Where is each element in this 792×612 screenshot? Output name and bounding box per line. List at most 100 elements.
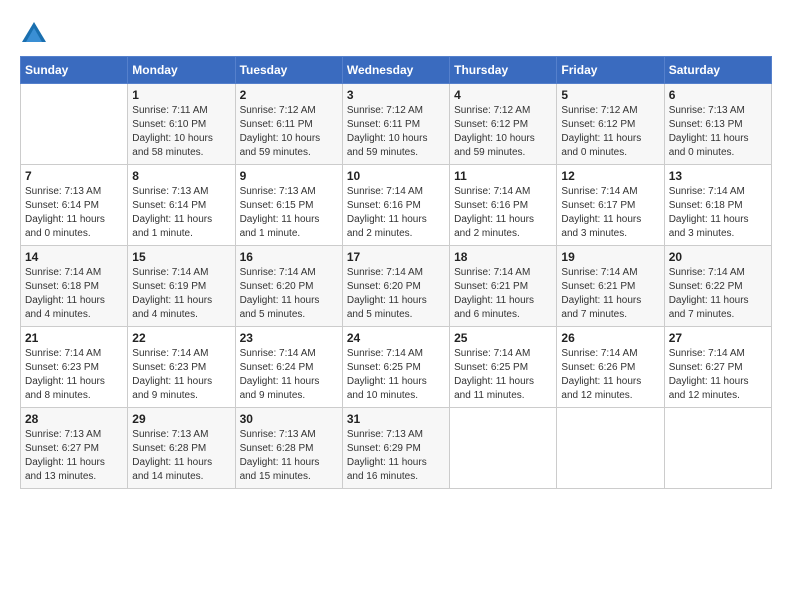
calendar-cell: 4 Sunrise: 7:12 AM Sunset: 6:12 PM Daylig…	[450, 84, 557, 165]
day-info: Sunrise: 7:14 AM Sunset: 6:24 PM Dayligh…	[240, 347, 338, 403]
calendar-cell: 23 Sunrise: 7:14 AM Sunset: 6:24 PM Dayli…	[235, 327, 342, 408]
calendar-cell: 17Sunrise: 7:14 AM Sunset: 6:20 PM Dayli…	[342, 246, 449, 327]
calendar-cell	[450, 408, 557, 489]
day-info: Sunrise: 7:14 AM Sunset: 6:23 PM Dayligh…	[132, 347, 230, 403]
calendar-cell: 25 Sunrise: 7:14 AM Sunset: 6:25 PM Dayli…	[450, 327, 557, 408]
calendar-cell: 19 Sunrise: 7:14 AM Sunset: 6:21 PM Dayli…	[557, 246, 664, 327]
calendar-cell: 29 Sunrise: 7:13 AM Sunset: 6:28 PM Dayli…	[128, 408, 235, 489]
day-number: 23	[240, 331, 338, 345]
calendar-week-4: 21 Sunrise: 7:14 AM Sunset: 6:23 PM Dayli…	[21, 327, 772, 408]
day-number: 3	[347, 88, 445, 102]
day-info: Sunrise: 7:14 AM Sunset: 6:21 PM Dayligh…	[454, 266, 552, 322]
day-info: Sunrise: 7:14 AM Sunset: 6:21 PM Dayligh…	[561, 266, 659, 322]
calendar-cell: 15Sunrise: 7:14 AM Sunset: 6:19 PM Dayli…	[128, 246, 235, 327]
day-number: 27	[669, 331, 767, 345]
day-info: Sunrise: 7:12 AM Sunset: 6:12 PM Dayligh…	[561, 104, 659, 160]
calendar-cell: 2 Sunrise: 7:12 AM Sunset: 6:11 PM Daylig…	[235, 84, 342, 165]
day-number: 18	[454, 250, 552, 264]
day-info: Sunrise: 7:14 AM Sunset: 6:16 PM Dayligh…	[347, 185, 445, 241]
weekday-header-sunday: Sunday	[21, 57, 128, 84]
calendar-cell: 7 Sunrise: 7:13 AM Sunset: 6:14 PM Daylig…	[21, 165, 128, 246]
calendar-cell: 5 Sunrise: 7:12 AM Sunset: 6:12 PM Daylig…	[557, 84, 664, 165]
calendar-cell: 14Sunrise: 7:14 AM Sunset: 6:18 PM Dayli…	[21, 246, 128, 327]
weekday-header-row: SundayMondayTuesdayWednesdayThursdayFrid…	[21, 57, 772, 84]
calendar-cell: 31 Sunrise: 7:13 AM Sunset: 6:29 PM Dayli…	[342, 408, 449, 489]
calendar-cell: 28 Sunrise: 7:13 AM Sunset: 6:27 PM Dayli…	[21, 408, 128, 489]
day-info: Sunrise: 7:13 AM Sunset: 6:28 PM Dayligh…	[132, 428, 230, 484]
calendar-cell: 6 Sunrise: 7:13 AM Sunset: 6:13 PM Daylig…	[664, 84, 771, 165]
calendar-cell: 27 Sunrise: 7:14 AM Sunset: 6:27 PM Dayli…	[664, 327, 771, 408]
day-number: 1	[132, 88, 230, 102]
calendar-cell: 24Sunrise: 7:14 AM Sunset: 6:25 PM Dayli…	[342, 327, 449, 408]
day-info: Sunrise: 7:14 AM Sunset: 6:18 PM Dayligh…	[25, 266, 123, 322]
day-number: 20	[669, 250, 767, 264]
day-number: 30	[240, 412, 338, 426]
day-number: 7	[25, 169, 123, 183]
calendar-cell: 30 Sunrise: 7:13 AM Sunset: 6:28 PM Dayli…	[235, 408, 342, 489]
calendar-cell: 8 Sunrise: 7:13 AM Sunset: 6:14 PM Daylig…	[128, 165, 235, 246]
day-number: 28	[25, 412, 123, 426]
calendar-cell: 22 Sunrise: 7:14 AM Sunset: 6:23 PM Dayli…	[128, 327, 235, 408]
day-info: Sunrise: 7:13 AM Sunset: 6:14 PM Dayligh…	[132, 185, 230, 241]
day-number: 31	[347, 412, 445, 426]
weekday-header-thursday: Thursday	[450, 57, 557, 84]
day-number: 12	[561, 169, 659, 183]
day-number: 25	[454, 331, 552, 345]
page-header	[20, 20, 772, 48]
calendar-cell: 10 Sunrise: 7:14 AM Sunset: 6:16 PM Dayli…	[342, 165, 449, 246]
day-number: 8	[132, 169, 230, 183]
day-number: 5	[561, 88, 659, 102]
calendar-week-5: 28 Sunrise: 7:13 AM Sunset: 6:27 PM Dayli…	[21, 408, 772, 489]
day-info: Sunrise: 7:13 AM Sunset: 6:14 PM Dayligh…	[25, 185, 123, 241]
calendar-cell: 9 Sunrise: 7:13 AM Sunset: 6:15 PM Daylig…	[235, 165, 342, 246]
logo	[20, 20, 52, 48]
day-info: Sunrise: 7:12 AM Sunset: 6:11 PM Dayligh…	[347, 104, 445, 160]
day-number: 26	[561, 331, 659, 345]
day-info: Sunrise: 7:14 AM Sunset: 6:25 PM Dayligh…	[454, 347, 552, 403]
day-info: Sunrise: 7:14 AM Sunset: 6:25 PM Dayligh…	[347, 347, 445, 403]
day-info: Sunrise: 7:14 AM Sunset: 6:22 PM Dayligh…	[669, 266, 767, 322]
day-number: 6	[669, 88, 767, 102]
day-number: 11	[454, 169, 552, 183]
day-info: Sunrise: 7:12 AM Sunset: 6:11 PM Dayligh…	[240, 104, 338, 160]
calendar-week-2: 7 Sunrise: 7:13 AM Sunset: 6:14 PM Daylig…	[21, 165, 772, 246]
day-number: 19	[561, 250, 659, 264]
day-number: 22	[132, 331, 230, 345]
calendar-cell	[21, 84, 128, 165]
weekday-header-monday: Monday	[128, 57, 235, 84]
day-info: Sunrise: 7:13 AM Sunset: 6:27 PM Dayligh…	[25, 428, 123, 484]
calendar-cell: 3 Sunrise: 7:12 AM Sunset: 6:11 PM Daylig…	[342, 84, 449, 165]
day-info: Sunrise: 7:14 AM Sunset: 6:17 PM Dayligh…	[561, 185, 659, 241]
day-number: 9	[240, 169, 338, 183]
day-info: Sunrise: 7:14 AM Sunset: 6:20 PM Dayligh…	[240, 266, 338, 322]
day-number: 4	[454, 88, 552, 102]
calendar-cell: 20 Sunrise: 7:14 AM Sunset: 6:22 PM Dayli…	[664, 246, 771, 327]
day-info: Sunrise: 7:14 AM Sunset: 6:26 PM Dayligh…	[561, 347, 659, 403]
day-number: 10	[347, 169, 445, 183]
day-number: 16	[240, 250, 338, 264]
day-info: Sunrise: 7:14 AM Sunset: 6:20 PM Dayligh…	[347, 266, 445, 322]
weekday-header-tuesday: Tuesday	[235, 57, 342, 84]
day-number: 15	[132, 250, 230, 264]
day-number: 2	[240, 88, 338, 102]
day-info: Sunrise: 7:14 AM Sunset: 6:27 PM Dayligh…	[669, 347, 767, 403]
day-number: 29	[132, 412, 230, 426]
logo-icon	[20, 20, 48, 48]
day-number: 21	[25, 331, 123, 345]
day-info: Sunrise: 7:14 AM Sunset: 6:18 PM Dayligh…	[669, 185, 767, 241]
day-info: Sunrise: 7:12 AM Sunset: 6:12 PM Dayligh…	[454, 104, 552, 160]
calendar-table: SundayMondayTuesdayWednesdayThursdayFrid…	[20, 56, 772, 489]
calendar-week-3: 14Sunrise: 7:14 AM Sunset: 6:18 PM Dayli…	[21, 246, 772, 327]
day-info: Sunrise: 7:13 AM Sunset: 6:29 PM Dayligh…	[347, 428, 445, 484]
day-info: Sunrise: 7:13 AM Sunset: 6:13 PM Dayligh…	[669, 104, 767, 160]
day-info: Sunrise: 7:13 AM Sunset: 6:15 PM Dayligh…	[240, 185, 338, 241]
calendar-cell: 18 Sunrise: 7:14 AM Sunset: 6:21 PM Dayli…	[450, 246, 557, 327]
calendar-cell: 16 Sunrise: 7:14 AM Sunset: 6:20 PM Dayli…	[235, 246, 342, 327]
calendar-cell: 21Sunrise: 7:14 AM Sunset: 6:23 PM Dayli…	[21, 327, 128, 408]
day-info: Sunrise: 7:13 AM Sunset: 6:28 PM Dayligh…	[240, 428, 338, 484]
day-info: Sunrise: 7:11 AM Sunset: 6:10 PM Dayligh…	[132, 104, 230, 160]
calendar-cell: 26 Sunrise: 7:14 AM Sunset: 6:26 PM Dayli…	[557, 327, 664, 408]
calendar-week-1: 1 Sunrise: 7:11 AM Sunset: 6:10 PM Daylig…	[21, 84, 772, 165]
calendar-cell: 1 Sunrise: 7:11 AM Sunset: 6:10 PM Daylig…	[128, 84, 235, 165]
day-info: Sunrise: 7:14 AM Sunset: 6:16 PM Dayligh…	[454, 185, 552, 241]
